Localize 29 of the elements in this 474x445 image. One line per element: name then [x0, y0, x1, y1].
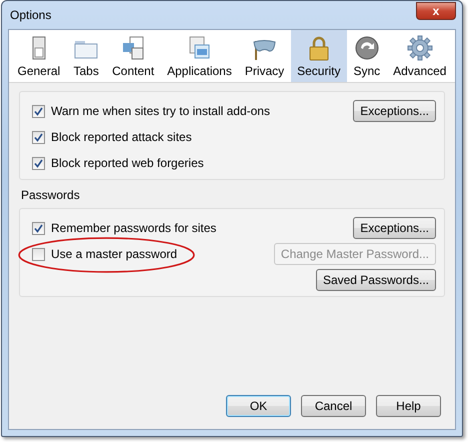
checkbox-label: Block reported web forgeries: [51, 156, 204, 170]
checkbox-label: Use a master password: [51, 247, 178, 261]
tab[interactable]: Privacy: [238, 30, 291, 82]
checkbox[interactable]: [32, 130, 45, 144]
dialog-button[interactable]: Exceptions...: [353, 100, 436, 122]
checkbox-label: Warn me when sites try to install add-ons: [51, 104, 270, 118]
dialog-button[interactable]: Cancel: [301, 395, 366, 417]
tab[interactable]: Content: [106, 30, 161, 82]
tab[interactable]: Sync: [346, 30, 387, 82]
tab[interactable]: Security: [290, 30, 347, 82]
dialog-button[interactable]: Help: [376, 395, 441, 417]
group-title: Passwords: [20, 188, 81, 202]
tab[interactable]: General: [11, 30, 67, 82]
tab[interactable]: Tabs: [66, 30, 106, 82]
dialog-button[interactable]: Exceptions...: [353, 217, 436, 239]
tab[interactable]: Advanced: [386, 30, 453, 82]
checkbox[interactable]: [32, 104, 45, 118]
tab[interactable]: Applications: [160, 30, 238, 82]
dialog-button[interactable]: Saved Passwords...: [316, 269, 436, 291]
sync-icon: [354, 35, 380, 61]
close-button[interactable]: x: [416, 2, 456, 20]
dialog-button[interactable]: OK: [226, 395, 291, 417]
window-title: Options: [9, 8, 52, 22]
checkbox[interactable]: [32, 222, 45, 234]
checkbox[interactable]: [32, 156, 45, 170]
checkbox-label: Block reported attack sites: [51, 130, 192, 144]
checkbox-label: Remember passwords for sites: [51, 221, 216, 235]
pages-icon: [120, 35, 146, 61]
checkbox[interactable]: [32, 248, 45, 260]
